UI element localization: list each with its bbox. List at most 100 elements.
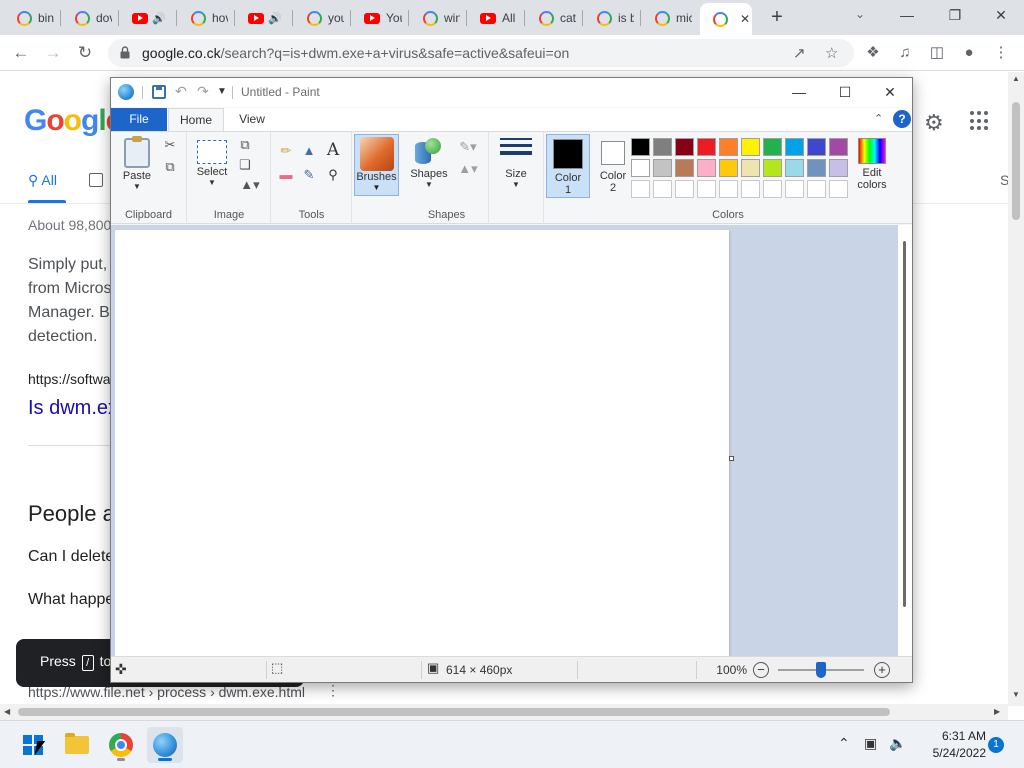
collapse-ribbon-chevron-icon[interactable]: ⌃ (874, 112, 883, 125)
start-button[interactable] (15, 727, 51, 763)
browser-minimize-button[interactable]: — (884, 0, 930, 30)
tab-images-icon[interactable] (89, 173, 103, 187)
page-vertical-scrollbar[interactable]: ▲ ▼ (1008, 72, 1024, 706)
scroll-right-arrow-icon[interactable]: ▶ (994, 707, 1000, 716)
palette-color-swatch[interactable] (697, 159, 716, 177)
palette-color-swatch[interactable] (719, 138, 738, 156)
browser-tab[interactable]: hov (178, 4, 234, 32)
forward-arrow-icon[interactable]: → (40, 40, 66, 66)
outline-icon[interactable]: ✎▾ (455, 138, 481, 156)
google-apps-icon[interactable] (970, 111, 990, 131)
copy-icon[interactable]: ⧉ (161, 158, 179, 176)
menu-icon[interactable]: ⋮ (990, 42, 1012, 64)
browser-tab[interactable]: is b (584, 4, 640, 32)
tab-view[interactable]: View (227, 108, 277, 132)
browser-tab[interactable]: ✕ (700, 3, 752, 35)
custom-color-slot[interactable] (763, 180, 782, 198)
audio-playing-icon[interactable]: 🔊 (268, 12, 282, 25)
paint-app-icon[interactable] (118, 84, 134, 100)
paa-question[interactable]: Can I delete (28, 548, 114, 566)
pencil-icon[interactable]: ✏ (277, 142, 295, 160)
show-hidden-icons-chevron-icon[interactable]: ⌃ (838, 735, 850, 752)
palette-color-swatch[interactable] (631, 138, 650, 156)
brushes-button[interactable]: Brushes ▼ (354, 134, 399, 196)
notification-badge[interactable]: 1 (988, 737, 1004, 753)
palette-color-swatch[interactable] (675, 138, 694, 156)
canvas-resize-handle[interactable] (729, 456, 734, 461)
google-logo[interactable]: Google (24, 104, 122, 138)
shapes-button[interactable]: Shapes ▼ (409, 134, 449, 189)
custom-color-slot[interactable] (741, 180, 760, 198)
address-bar[interactable]: google.co.ck/search?q=is+dwm.exe+a+virus… (108, 39, 854, 67)
eraser-icon[interactable]: ▬ (277, 166, 295, 184)
lock-icon[interactable] (120, 46, 130, 59)
page-horizontal-scrollbar[interactable]: ◀ ▶ (0, 704, 1008, 720)
rotate-icon[interactable]: ▲▾ (236, 176, 264, 194)
browser-tab[interactable]: cat (526, 4, 582, 32)
side-panel-icon[interactable]: ◫ (926, 42, 948, 64)
zoom-in-button[interactable]: + (874, 662, 890, 678)
audio-playing-icon[interactable]: 🔊 (152, 12, 166, 25)
taskbar-chrome[interactable] (103, 727, 139, 763)
browser-tab[interactable]: you (294, 4, 350, 32)
paint-title-bar[interactable]: ↶ ↷ ▼ Untitled - Paint — ☐ ✕ (111, 78, 912, 107)
browser-tab[interactable]: All (468, 4, 524, 32)
palette-color-swatch[interactable] (785, 159, 804, 177)
redo-icon[interactable]: ↷ (197, 83, 209, 100)
paa-question[interactable]: What happe (28, 591, 114, 609)
new-tab-button[interactable]: + (766, 6, 788, 28)
custom-color-slot[interactable] (719, 180, 738, 198)
browser-tab[interactable]: You (352, 4, 408, 32)
palette-color-swatch[interactable] (653, 159, 672, 177)
browser-tab[interactable]: mic (642, 4, 698, 32)
custom-color-slot[interactable] (807, 180, 826, 198)
palette-color-swatch[interactable] (741, 159, 760, 177)
result-url[interactable]: https://softwa (28, 371, 110, 387)
tab-search-chevron-icon[interactable]: ⌄ (855, 7, 865, 21)
network-icon[interactable]: ▣ (864, 735, 877, 752)
page-horizontal-scroll-thumb[interactable] (18, 708, 890, 716)
scroll-left-arrow-icon[interactable]: ◀ (4, 707, 10, 716)
undo-icon[interactable]: ↶ (175, 83, 187, 100)
custom-color-slot[interactable] (631, 180, 650, 198)
color1-button[interactable]: Color 1 (546, 134, 590, 198)
file-menu-button[interactable]: File (111, 108, 167, 131)
size-button[interactable]: Size ▼ (498, 134, 534, 189)
palette-color-swatch[interactable] (829, 159, 848, 177)
browser-tab[interactable]: bin (4, 4, 60, 32)
paint-minimize-button[interactable]: — (776, 78, 822, 107)
tab-close-icon[interactable]: ✕ (740, 12, 750, 26)
browser-tab[interactable]: win (410, 4, 466, 32)
palette-color-swatch[interactable] (829, 138, 848, 156)
palette-color-swatch[interactable] (807, 159, 826, 177)
browser-tab[interactable]: 🔊 (120, 4, 176, 32)
browser-restore-button[interactable]: ❐ (932, 0, 978, 30)
browser-close-button[interactable]: ✕ (978, 0, 1024, 30)
text-tool-icon[interactable]: A (324, 141, 342, 159)
palette-color-swatch[interactable] (763, 159, 782, 177)
scroll-down-arrow-icon[interactable]: ▼ (1012, 690, 1020, 699)
palette-color-swatch[interactable] (807, 138, 826, 156)
result-url-breadcrumb[interactable]: https://www.file.net › process › dwm.exe… (28, 684, 305, 700)
share-icon[interactable]: ↗ (793, 44, 806, 62)
volume-icon[interactable]: 🔈 (889, 735, 906, 752)
custom-color-slot[interactable] (653, 180, 672, 198)
taskbar-paint[interactable] (147, 727, 183, 763)
palette-color-swatch[interactable] (763, 138, 782, 156)
color-picker-icon[interactable]: ✎ (300, 166, 318, 184)
taskbar-file-explorer[interactable] (59, 727, 95, 763)
palette-color-swatch[interactable] (697, 138, 716, 156)
canvas-vertical-scroll-thumb[interactable] (903, 241, 906, 607)
tab-home[interactable]: Home (168, 108, 224, 132)
scroll-up-arrow-icon[interactable]: ▲ (1012, 74, 1020, 83)
custom-color-slot[interactable] (785, 180, 804, 198)
more-options-icon[interactable]: ⋮ (326, 682, 340, 699)
clock-time[interactable]: 6:31 AM (912, 729, 986, 743)
custom-color-slot[interactable] (697, 180, 716, 198)
paste-button[interactable]: Paste ▼ (119, 136, 155, 191)
star-icon[interactable]: ☆ (825, 44, 838, 62)
zoom-out-button[interactable]: − (753, 662, 769, 678)
custom-color-slot[interactable] (829, 180, 848, 198)
crop-icon[interactable]: ⧉ (236, 136, 254, 154)
palette-color-swatch[interactable] (741, 138, 760, 156)
